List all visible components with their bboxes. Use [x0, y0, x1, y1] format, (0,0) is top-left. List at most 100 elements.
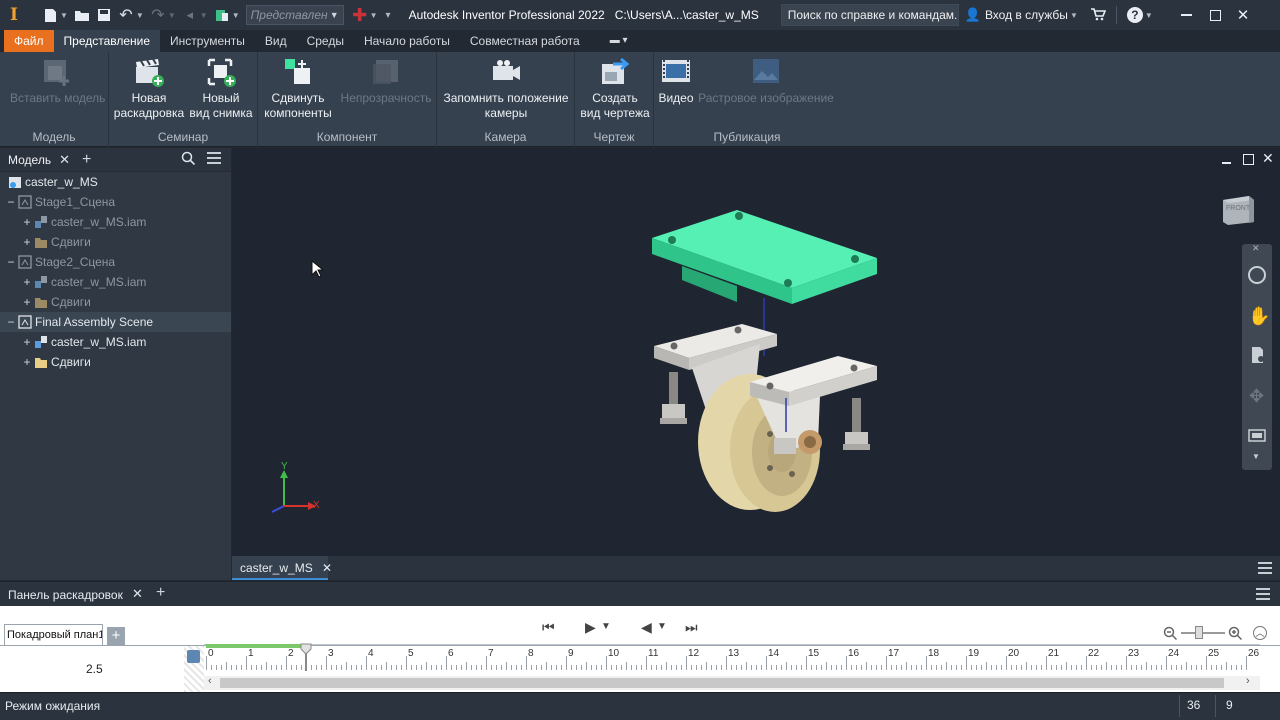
bolt[interactable]: [843, 398, 870, 450]
tab-environments[interactable]: Среды: [297, 30, 354, 52]
expand-icon[interactable]: +: [22, 355, 32, 369]
appearance-icon[interactable]: [214, 7, 230, 23]
add-storyboard-button[interactable]: +: [107, 627, 125, 645]
tree-node-final-scene[interactable]: − Final Assembly Scene: [0, 312, 231, 332]
tree-node-stage2-assembly[interactable]: + caster_w_MS.iam: [0, 272, 231, 292]
redo-icon[interactable]: ↷: [150, 7, 166, 24]
playhead-handle-icon[interactable]: [300, 643, 312, 655]
collapse-icon[interactable]: −: [6, 315, 16, 329]
play-reverse-icon[interactable]: ◀: [641, 619, 652, 636]
storyboard-tab[interactable]: Покадровый план1: [4, 624, 103, 646]
tree-node-stage2-tweaks[interactable]: + Сдвиги: [0, 292, 231, 312]
chevron-down-icon[interactable]: ▼: [232, 11, 240, 20]
close-icon[interactable]: ✕: [59, 152, 70, 168]
zoom-in-icon[interactable]: [1228, 626, 1243, 643]
tree-node-stage2[interactable]: − Stage2_Сцена: [0, 252, 231, 272]
capture-camera-button[interactable]: Запомнить положение камеры: [441, 56, 571, 121]
chevron-down-icon[interactable]: ▼: [657, 621, 667, 632]
save-icon[interactable]: [96, 7, 112, 23]
minimize-icon[interactable]: [1180, 14, 1192, 16]
tab-get-started[interactable]: Начало работы: [354, 30, 460, 52]
menu-icon[interactable]: [207, 152, 222, 167]
expand-icon[interactable]: +: [22, 235, 32, 249]
tab-presentation[interactable]: Представление: [53, 30, 161, 52]
undo-icon[interactable]: ↶: [118, 7, 134, 24]
open-folder-icon[interactable]: [74, 7, 90, 23]
tab-tools[interactable]: Инструменты: [160, 30, 255, 52]
close-icon[interactable]: ✕: [132, 586, 143, 602]
new-storyboard-button[interactable]: Новая раскадровка: [113, 56, 185, 121]
caster-assembly-model[interactable]: [642, 206, 892, 516]
scrollbar-thumb[interactable]: [220, 678, 1224, 688]
camera-track-icon[interactable]: [187, 650, 200, 663]
close-icon[interactable]: ✕: [1262, 150, 1274, 167]
new-snapshot-view-button[interactable]: Новый вид снимка: [187, 56, 255, 121]
expand-icon[interactable]: +: [22, 215, 32, 229]
zoom-slider-thumb[interactable]: [1195, 626, 1203, 639]
timeline-scrollbar[interactable]: ‹ ›: [204, 675, 1260, 690]
collapse-icon[interactable]: −: [6, 255, 16, 269]
close-navbar-icon[interactable]: ✕: [1252, 243, 1260, 254]
browser-tab-model[interactable]: Модель: [8, 153, 51, 167]
go-to-start-icon[interactable]: ⏮: [542, 619, 555, 636]
go-to-end-icon[interactable]: ⏭: [685, 619, 698, 636]
collapse-timeline-icon[interactable]: ︿: [1253, 626, 1267, 640]
help-search-input[interactable]: Поиск по справке и командам.: [780, 4, 959, 26]
cart-icon[interactable]: [1090, 7, 1107, 24]
tree-node-final-assembly[interactable]: + caster_w_MS.iam: [0, 332, 231, 352]
steering-wheel-icon[interactable]: [1248, 266, 1266, 284]
tree-node-stage1-assembly[interactable]: + caster_w_MS.iam: [0, 212, 231, 232]
new-file-icon[interactable]: [42, 7, 58, 23]
customize-qat-icon[interactable]: ▾: [386, 10, 391, 21]
chevron-down-icon[interactable]: ▼: [1252, 452, 1260, 461]
viewcube[interactable]: FRONT: [1220, 192, 1256, 226]
insert-model-button[interactable]: Вставить модель: [10, 56, 105, 106]
scroll-left-icon[interactable]: ‹: [208, 675, 212, 687]
tree-node-stage1[interactable]: − Stage1_Сцена: [0, 192, 231, 212]
restore-icon[interactable]: [1243, 154, 1254, 165]
tweak-components-button[interactable]: Сдвинуть компоненты: [262, 56, 334, 121]
orbit-icon[interactable]: ✥: [1249, 386, 1264, 407]
raster-image-button[interactable]: Растровое изображение: [698, 56, 834, 106]
mounting-plate-highlighted[interactable]: [652, 210, 877, 304]
maximize-icon[interactable]: [1209, 9, 1221, 21]
graphics-viewport[interactable]: ✕ FRONT ✕ ✋ ✥ ▼ Y X: [232, 148, 1280, 556]
play-forward-icon[interactable]: ▶: [585, 619, 596, 636]
signin-label[interactable]: Вход в службы: [985, 8, 1068, 22]
opacity-button[interactable]: Непрозрачность: [338, 56, 434, 106]
video-button[interactable]: Видео: [656, 56, 696, 106]
chevron-down-icon[interactable]: ▼: [168, 11, 176, 20]
zoom-slider[interactable]: [1181, 632, 1225, 634]
tab-collaborate[interactable]: Совместная работа: [460, 30, 590, 52]
bolt[interactable]: [660, 372, 687, 424]
close-icon[interactable]: ✕: [322, 561, 332, 575]
expand-icon[interactable]: +: [22, 295, 32, 309]
chevron-down-icon[interactable]: ▼: [136, 11, 144, 20]
ribbon-options-icon[interactable]: ▬ ▾: [590, 30, 628, 52]
zoom-out-icon[interactable]: [1163, 626, 1178, 643]
tree-node-root[interactable]: caster_w_MS: [0, 172, 231, 192]
representation-combo[interactable]: Представлен ▼: [245, 5, 344, 25]
document-tab[interactable]: caster_w_MS ✕: [232, 556, 332, 580]
zoom-icon[interactable]: [1250, 346, 1266, 367]
help-icon[interactable]: ?: [1126, 7, 1143, 23]
tab-view[interactable]: Вид: [255, 30, 297, 52]
add-tab-icon[interactable]: +: [82, 151, 91, 169]
chevron-down-icon[interactable]: ▼: [370, 11, 378, 20]
create-drawing-view-button[interactable]: Создать вид чертежа: [579, 56, 651, 121]
menu-icon[interactable]: [1256, 588, 1270, 603]
chevron-down-icon[interactable]: ▼: [200, 11, 208, 20]
add-storyboard-icon[interactable]: +: [156, 584, 165, 602]
expand-icon[interactable]: +: [22, 275, 32, 289]
menu-icon[interactable]: [1258, 562, 1272, 577]
look-at-icon[interactable]: [1248, 428, 1266, 445]
chevron-down-icon[interactable]: ▼: [1145, 11, 1153, 20]
expand-icon[interactable]: +: [22, 335, 32, 349]
inventor-logo-icon[interactable]: I: [10, 6, 24, 24]
return-icon[interactable]: ◂: [182, 7, 198, 23]
scroll-right-icon[interactable]: ›: [1246, 675, 1250, 687]
timeline-ruler[interactable]: 0 1 2 3 4 5 6 7 8 9 10 11 12 13 14 15 16 17 18 19 20 21 22 23 24…: [204, 643, 1260, 671]
chevron-down-icon[interactable]: ▼: [60, 11, 68, 20]
chevron-down-icon[interactable]: ▼: [1070, 11, 1078, 20]
plus-red-icon[interactable]: ✚: [352, 5, 368, 25]
